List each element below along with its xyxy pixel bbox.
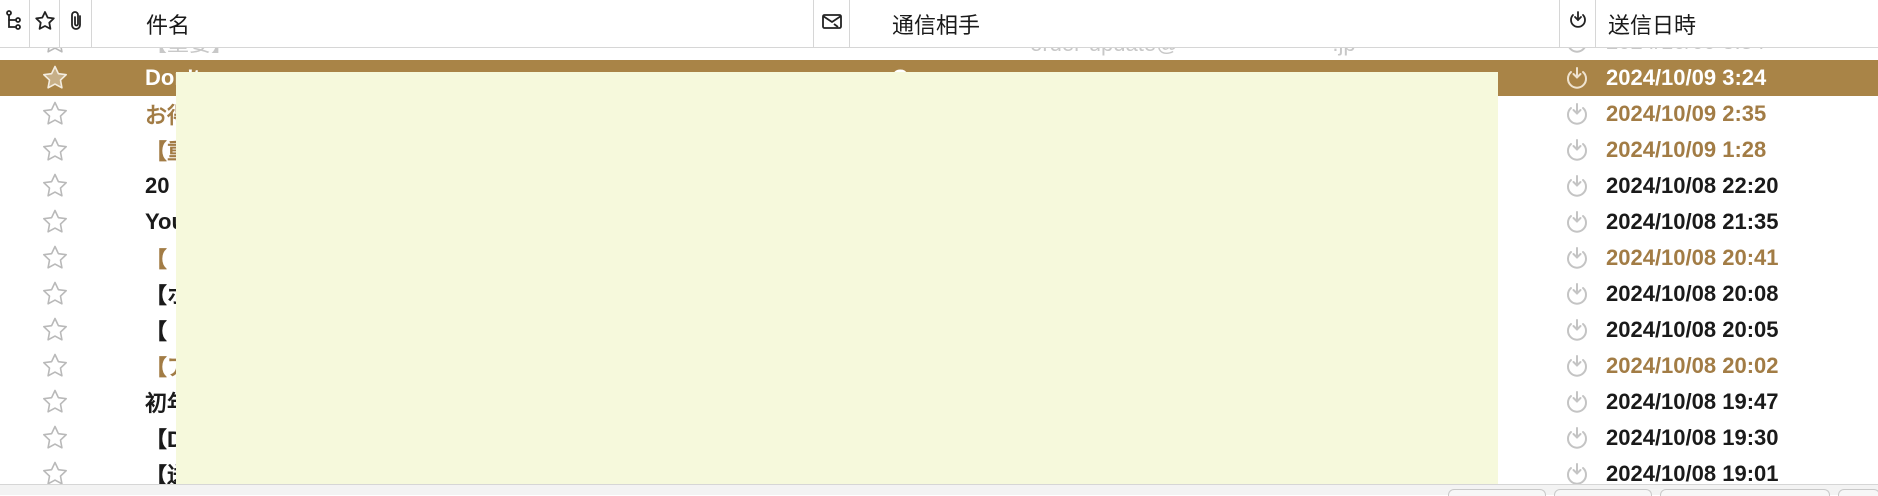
correspondent-header-label: 通信相手 [892,12,981,38]
status-button[interactable] [1554,489,1652,496]
message-date: 2024/10/08 20:05 [1606,317,1779,342]
subject-header-label: 件名 [146,12,191,38]
star-toggle-icon[interactable] [38,168,72,204]
paperclip-icon [64,9,88,39]
read-status-toggle-icon[interactable] [1560,96,1594,132]
message-date: 2024/10/08 19:47 [1606,389,1779,414]
message-date: 2024/10/09 3:24 [1606,65,1767,90]
star-toggle-icon[interactable] [38,132,72,168]
star-toggle-icon[interactable] [38,384,72,420]
message-date: 2024/10/08 20:41 [1606,245,1779,270]
junk-column-header[interactable] [814,0,850,48]
status-button[interactable] [1448,489,1546,496]
date-header-label: 送信日時 [1608,12,1697,38]
star-toggle-icon[interactable] [38,420,72,456]
message-date: 2024/10/08 19:30 [1606,425,1779,450]
read-status-toggle-icon[interactable] [1560,240,1594,276]
read-status-toggle-icon[interactable] [1560,60,1594,96]
read-status-icon [1566,9,1590,39]
read-status-toggle-icon[interactable] [1560,384,1594,420]
star-icon [33,9,57,39]
star-toggle-icon[interactable] [38,348,72,384]
envelope-status-icon [820,9,844,39]
date-column-header[interactable]: 送信日時 [1596,0,1878,48]
read-status-toggle-icon[interactable] [1560,348,1594,384]
message-date: 2024/10/09 1:28 [1606,137,1767,162]
read-status-toggle-icon[interactable] [1560,132,1594,168]
message-list-header: 件名 通信相手 送信日時 [0,0,1878,48]
message-date: 2024/10/08 20:02 [1606,353,1779,378]
message-date: 2024/10/08 22:20 [1606,173,1779,198]
read-status-toggle-icon[interactable] [1560,276,1594,312]
message-date: 2024/10/08 21:35 [1606,209,1779,234]
read-status-toggle-icon[interactable] [1560,168,1594,204]
star-toggle-icon[interactable] [38,240,72,276]
star-toggle-icon[interactable] [38,60,72,96]
message-date: 2024/10/09 2:35 [1606,101,1767,126]
thread-column-header[interactable] [0,0,30,48]
star-toggle-icon[interactable] [38,96,72,132]
star-toggle-icon[interactable] [38,312,72,348]
subject-column-header[interactable]: 件名 [92,0,814,48]
star-toggle-icon[interactable] [38,204,72,240]
correspondent-column-header[interactable]: 通信相手 [850,0,1560,48]
read-status-toggle-icon[interactable] [1560,312,1594,348]
read-status-toggle-icon[interactable] [1560,204,1594,240]
message-date: 2024/10/08 20:08 [1606,281,1779,306]
read-status-toggle-icon[interactable] [1560,420,1594,456]
status-button[interactable] [1660,489,1830,496]
star-toggle-icon[interactable] [38,276,72,312]
status-button[interactable] [1838,489,1878,496]
thread-icon [3,9,27,39]
attachment-column-header[interactable] [60,0,92,48]
star-column-header[interactable] [30,0,60,48]
message-preview-overlay [176,72,1498,494]
read-status-column-header[interactable] [1560,0,1596,48]
